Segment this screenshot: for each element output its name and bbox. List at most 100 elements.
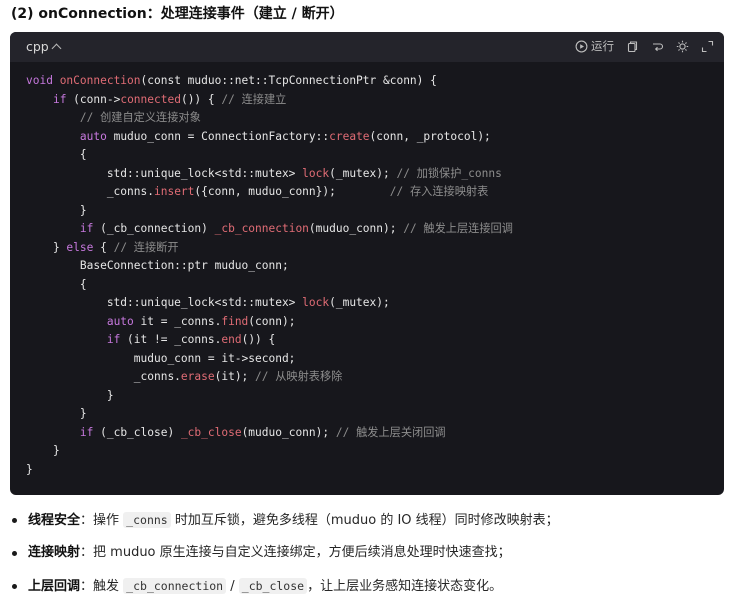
code-text: it = _conns. [133, 314, 222, 328]
code-text: (conn, _protocol); [369, 129, 491, 143]
code-text: (_mutex); [329, 296, 390, 309]
chevron-up-icon [51, 43, 62, 54]
bullet-dot [12, 584, 17, 589]
code-text: } [26, 388, 114, 402]
code-line: } else { // 连接断开 [26, 239, 513, 258]
play-icon [575, 40, 588, 53]
note-body: 触发 _cb_connection / _cb_close ，让上层业务感知连接状… [93, 578, 502, 594]
code-line: // 创建自定义连接对象 [26, 109, 513, 128]
code-line: } [26, 461, 513, 480]
note-colon: ： [80, 513, 94, 528]
note-item-connection-mapping: 连接映射：把 muduo 原生连接与自定义连接绑定，方便后续消息处理时快速查找； [0, 543, 744, 576]
code-function: _cb_close [180, 425, 242, 439]
code-line: { [26, 146, 513, 165]
code-line: if (_cb_close) _cb_close(muduo_conn); //… [26, 424, 513, 443]
code-line: } [26, 442, 513, 461]
code-text: { [26, 277, 87, 291]
code-line: BaseConnection::ptr muduo_conn; [26, 257, 513, 276]
theme-icon[interactable] [676, 40, 689, 53]
run-button[interactable]: 运行 [575, 38, 614, 54]
note-colon: ： [80, 545, 94, 560]
heading-separator: ： [146, 6, 161, 22]
code-function: insert [153, 185, 195, 198]
code-line: muduo_conn = it->second; [26, 350, 513, 369]
code-comment: // 连接断开 [113, 240, 179, 254]
inline-code: _cb_connection [123, 578, 227, 594]
code-text: BaseConnection::ptr muduo_conn; [26, 259, 289, 272]
code-comment: // 从映射表移除 [255, 370, 343, 383]
code-text: (conn); [248, 314, 296, 328]
code-text: _conns. [26, 370, 181, 383]
code-line: if (it != _conns.end()) { [26, 331, 513, 350]
code-text: (const muduo::net::TcpConnectionPtr &con… [140, 74, 437, 87]
code-keyword: if [106, 333, 121, 346]
code-line: std::unique_lock<std::mutex> lock(_mutex… [26, 294, 513, 313]
code-text: _conns. [26, 185, 154, 198]
code-text: (muduo_conn); [308, 222, 404, 235]
code-line: _conns.erase(it); // 从映射表移除 [26, 368, 513, 387]
code-comment: // 存入连接映射表 [389, 185, 489, 198]
note-colon: ： [80, 579, 94, 594]
code-line: _conns.insert({conn, muduo_conn}); // 存入… [26, 183, 513, 202]
code-function: create [329, 129, 370, 143]
code-text: (_cb_connection) [93, 222, 215, 235]
note-text: 触发 [93, 579, 124, 594]
note-text: 把 muduo 原生连接与自定义连接绑定，方便后续消息处理时快速查找； [93, 545, 511, 560]
code-toolbar: 运行 [575, 38, 714, 54]
note-item-upper-callback: 上层回调：触发 _cb_connection / _cb_close ，让上层业务… [0, 576, 744, 609]
copy-icon[interactable] [626, 40, 639, 53]
language-toggle[interactable]: cpp [26, 39, 62, 54]
note-text: / [226, 579, 239, 594]
code-line: if (conn->connected()) { // 连接建立 [26, 91, 513, 110]
language-label: cpp [26, 39, 49, 54]
code-text: (it); [214, 370, 256, 383]
code-text: (conn-> [66, 92, 121, 106]
code-keyword: void [26, 74, 60, 87]
code-keyword: else [66, 240, 94, 254]
expand-icon[interactable] [701, 40, 714, 53]
wrap-icon[interactable] [651, 40, 664, 53]
code-text: } [26, 444, 60, 457]
code-comment: // 加锁保护_conns [396, 166, 502, 180]
code-comment: // 触发上层关闭回调 [335, 425, 446, 439]
code-text: } [26, 407, 87, 420]
code-text: ({conn, muduo_conn}); [194, 185, 390, 198]
code-function: _cb_connection [214, 222, 309, 235]
code-text: { [26, 148, 87, 161]
code-line: std::unique_lock<std::mutex> lock(_mutex… [26, 165, 513, 184]
note-title: 上层回调 [28, 579, 81, 594]
run-label: 运行 [591, 39, 614, 53]
code-function: erase [180, 370, 215, 383]
inline-code: _cb_close [238, 578, 308, 594]
code-text: muduo_conn = it->second; [26, 351, 296, 365]
code-text: } [26, 240, 67, 254]
code-text: } [26, 203, 87, 217]
inline-code: _conns [123, 512, 171, 528]
code-text: ()) { [180, 92, 222, 106]
code-function: lock [302, 296, 330, 309]
code-block: cpp 运行 void onConnection(const muduo::ne… [10, 32, 724, 495]
code-keyword: auto [79, 129, 107, 143]
code-line: } [26, 387, 513, 406]
heading-prefix: (2) onConnection [11, 6, 147, 22]
code-function: lock [302, 166, 330, 180]
note-text: 时加互斥锁，避免多线程（muduo 的 IO 线程）同时修改映射表； [170, 513, 559, 528]
code-line: auto it = _conns.find(conn); [26, 313, 513, 332]
notes-list: 线程安全：操作 _conns 时加互斥锁，避免多线程（muduo 的 IO 线程… [0, 510, 744, 609]
code-line: } [26, 202, 513, 221]
code-line: } [26, 405, 513, 424]
code-line: { [26, 276, 513, 295]
bullet-dot [12, 518, 17, 523]
code-text: muduo_conn = ConnectionFactory:: [106, 129, 330, 143]
note-body: 操作 _conns 时加互斥锁，避免多线程（muduo 的 IO 线程）同时修改… [93, 512, 559, 528]
section-heading: (2) onConnection：处理连接事件（建立 / 断开） [11, 4, 344, 24]
code-text: { [93, 240, 114, 254]
note-body: 把 muduo 原生连接与自定义连接绑定，方便后续消息处理时快速查找； [93, 545, 511, 560]
code-text: std::unique_lock<std::mutex> [26, 166, 303, 180]
code-keyword: if [79, 222, 94, 235]
